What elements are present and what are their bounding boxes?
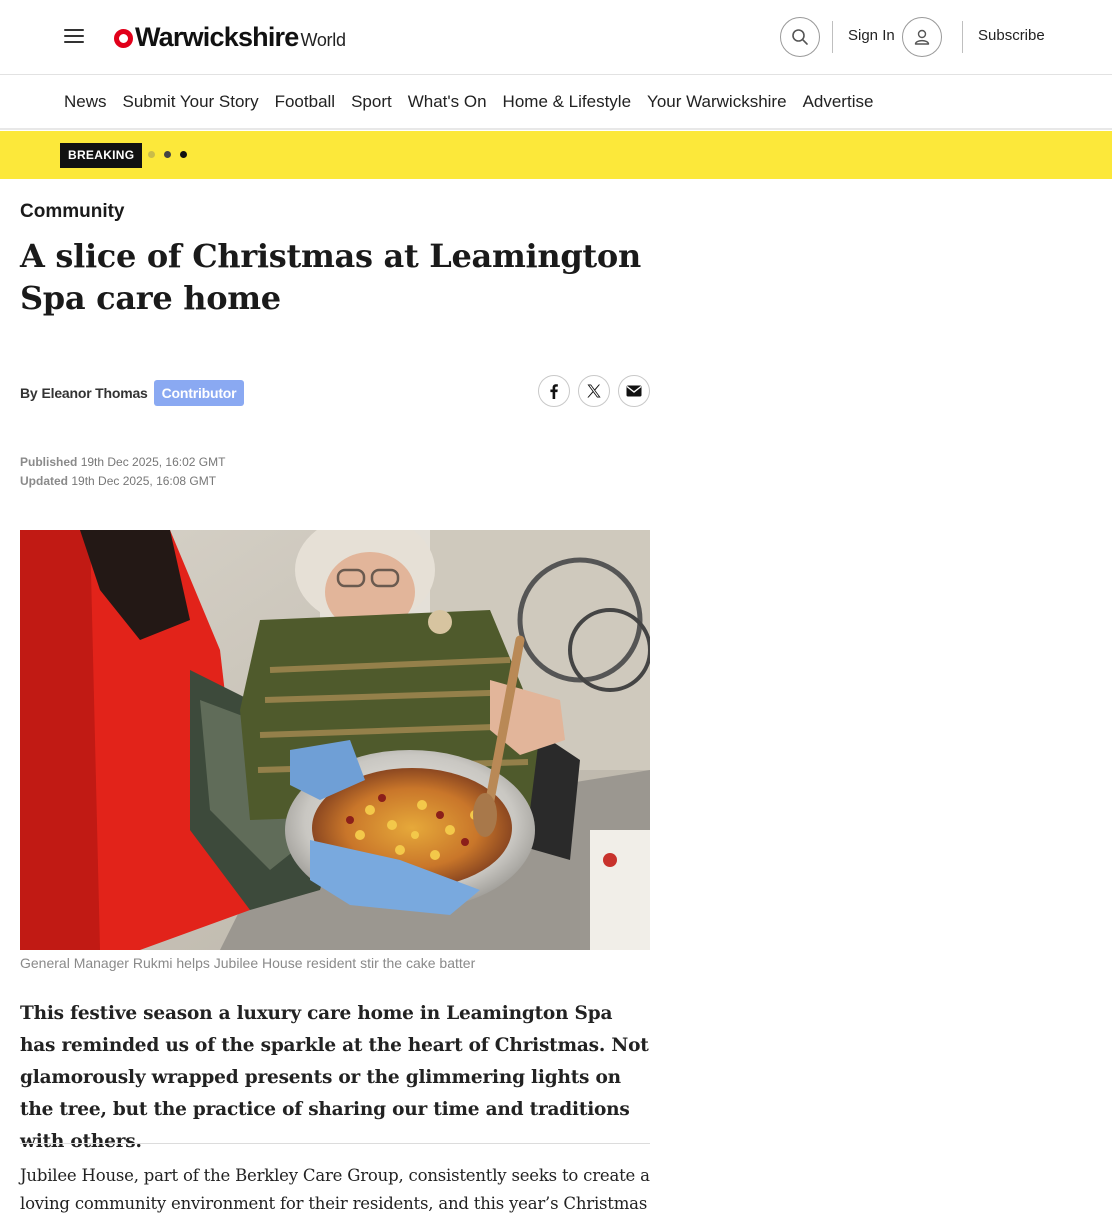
image-caption: General Manager Rukmi helps Jubilee Hous… — [20, 955, 476, 971]
nav-item-advertise[interactable]: Advertise — [803, 92, 874, 112]
nav-item-submit-your-story[interactable]: Submit Your Story — [123, 92, 259, 112]
hamburger-menu-icon[interactable] — [64, 29, 84, 45]
article-category[interactable]: Community — [20, 201, 125, 223]
share-facebook-button[interactable] — [538, 375, 570, 407]
nav-item-sport[interactable]: Sport — [351, 92, 392, 112]
x-icon — [587, 384, 601, 398]
user-icon — [914, 29, 930, 45]
search-icon — [792, 29, 808, 45]
updated-label: Updated — [20, 474, 68, 488]
article-hero-image[interactable] — [20, 530, 650, 950]
breaking-label: BREAKING — [60, 143, 143, 168]
share-x-button[interactable] — [578, 375, 610, 407]
updated-date: 19th Dec 2025, 16:08 GMT — [71, 474, 217, 488]
article-title: A slice of Christmas at Leamington Spa c… — [20, 237, 641, 317]
sign-in-link[interactable]: Sign In — [848, 27, 895, 44]
byline: By Eleanor Thomas Contributor — [20, 380, 245, 406]
facebook-icon — [550, 384, 558, 399]
header-divider — [962, 21, 963, 53]
author-name[interactable]: Eleanor Thomas — [42, 385, 148, 401]
account-button[interactable] — [902, 17, 942, 57]
logo-main-text: Warwickshire — [135, 21, 299, 52]
subscribe-link[interactable]: Subscribe — [978, 27, 1045, 44]
divider — [20, 1143, 650, 1144]
site-header: Warwickshire World Sign In Subscribe — [0, 0, 1112, 75]
breaking-news-bar: BREAKING — [0, 131, 1112, 179]
contributor-badge: Contributor — [153, 380, 245, 406]
nav-item-football[interactable]: Football — [275, 92, 335, 112]
published-label: Published — [20, 455, 78, 469]
nav-item-home-lifestyle[interactable]: Home & Lifestyle — [503, 92, 632, 112]
article-standfirst: This festive season a luxury care home i… — [20, 1003, 649, 1152]
published-date: 19th Dec 2025, 16:02 GMT — [80, 455, 226, 469]
header-divider — [832, 21, 833, 53]
nav-item-your-warwickshire[interactable]: Your Warwickshire — [647, 92, 787, 112]
article-dates: Published 19th Dec 2025, 16:02 GMT Updat… — [20, 453, 225, 491]
share-email-button[interactable] — [618, 375, 650, 407]
loading-dots — [148, 151, 196, 158]
search-button[interactable] — [780, 17, 820, 57]
email-icon — [626, 385, 642, 397]
article-body-paragraph: Jubilee House, part of the Berkley Care … — [20, 1166, 650, 1213]
site-logo[interactable]: Warwickshire World — [114, 20, 346, 54]
byline-prefix: By — [20, 385, 38, 401]
logo-mark — [114, 28, 133, 48]
nav-item-whats-on[interactable]: What's On — [408, 92, 487, 112]
nav-item-news[interactable]: News — [64, 92, 107, 112]
main-navigation: News Submit Your Story Football Sport Wh… — [0, 75, 1112, 130]
logo-sub-text: World — [300, 30, 346, 50]
